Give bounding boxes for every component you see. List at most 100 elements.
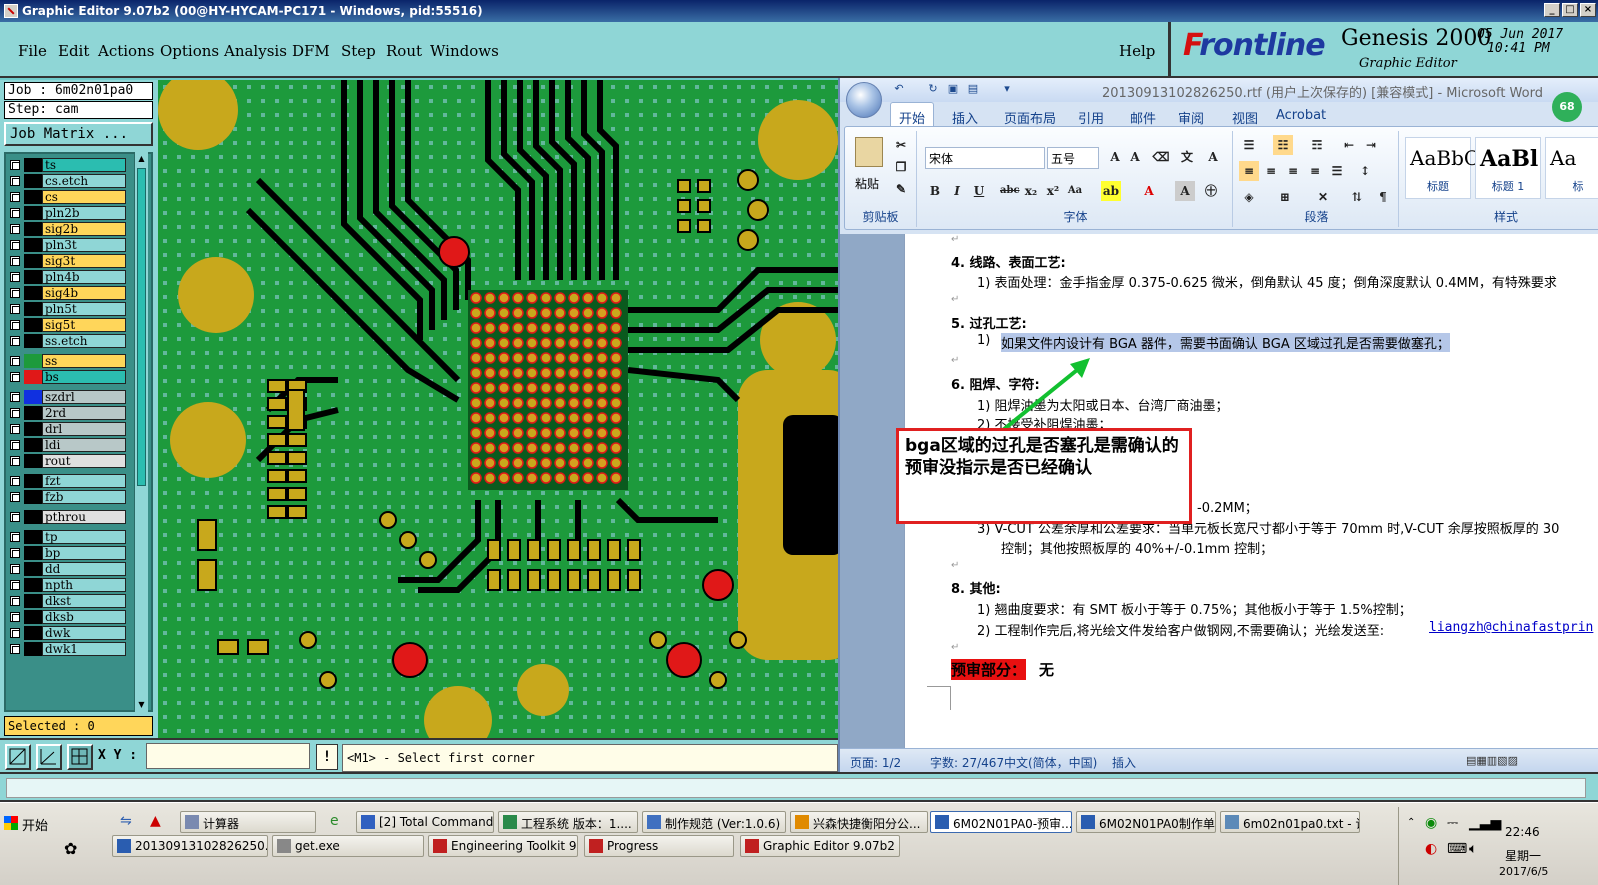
undo-icon[interactable]: ↶ (892, 82, 906, 96)
char-shading-icon[interactable]: A (1175, 181, 1195, 201)
layer-checkbox[interactable] (10, 476, 20, 486)
layer-name[interactable]: sig3t (42, 254, 126, 268)
layer-row-2rd[interactable]: 2rd (6, 406, 138, 420)
phonetic-icon[interactable]: 文 (1177, 147, 1197, 167)
font-name-select[interactable]: 宋体 (925, 147, 1045, 169)
scroll-thumb[interactable] (137, 168, 146, 486)
layer-name[interactable]: szdrl (42, 390, 126, 404)
layer-name[interactable]: dwk (42, 626, 126, 640)
layer-row-cs.etch[interactable]: cs.etch (6, 174, 138, 188)
layer-name[interactable]: drl (42, 422, 126, 436)
ribbon-tab-3[interactable]: 引用 (1078, 108, 1104, 127)
layer-checkbox[interactable] (10, 548, 20, 558)
layer-row-sig4b[interactable]: sig4b (6, 286, 138, 300)
distributed-icon[interactable]: ☰ (1327, 161, 1347, 181)
job-matrix-button[interactable]: Job Matrix ... (4, 122, 153, 146)
layer-row-tp[interactable]: tp (6, 530, 138, 544)
ie-icon[interactable]: e (330, 813, 339, 829)
bullets-icon[interactable]: ☰ (1239, 135, 1259, 155)
layer-row-dwk[interactable]: dwk (6, 626, 138, 640)
layer-row-dksb[interactable]: dksb (6, 610, 138, 624)
bold-icon[interactable]: B (925, 181, 945, 201)
layer-row-pthrou[interactable]: pthrou (6, 510, 138, 524)
layer-row-ldi[interactable]: ldi (6, 438, 138, 452)
highlight-icon[interactable]: ab (1101, 181, 1121, 201)
layer-checkbox[interactable] (10, 492, 20, 502)
ribbon-tab-4[interactable]: 邮件 (1130, 108, 1156, 127)
taskbar-button[interactable]: 计算器 (180, 811, 316, 833)
superscript-icon[interactable]: x² (1043, 181, 1063, 201)
layer-checkbox[interactable] (10, 192, 20, 202)
ribbon-tab-1[interactable]: 插入 (952, 108, 978, 127)
layer-checkbox[interactable] (10, 440, 20, 450)
line-spacing-icon[interactable]: ↕ (1355, 161, 1375, 181)
layer-row-pln4b[interactable]: pln4b (6, 270, 138, 284)
justify-icon[interactable]: ≡ (1305, 161, 1325, 181)
change-case-icon[interactable]: Aa (1065, 181, 1085, 201)
menu-edit[interactable]: Edit (58, 42, 89, 60)
ribbon-tab-7[interactable]: Acrobat (1276, 108, 1326, 123)
layer-name[interactable]: dkst (42, 594, 126, 608)
layer-checkbox[interactable] (10, 208, 20, 218)
layer-name[interactable]: pln2b (42, 206, 126, 220)
clock-time[interactable]: 22:46 (1505, 825, 1540, 839)
pcb-canvas[interactable] (158, 80, 838, 738)
layer-row-dwk1[interactable]: dwk1 (6, 642, 138, 656)
layer-row-bs[interactable]: bs (6, 370, 138, 384)
layer-checkbox[interactable] (10, 240, 20, 250)
layer-row-fzb[interactable]: fzb (6, 490, 138, 504)
enclose-char-icon[interactable]: ㊉ (1201, 181, 1221, 201)
cut-icon[interactable]: ✂ (891, 135, 911, 155)
format-painter-icon[interactable]: ✎ (891, 179, 911, 199)
strikethrough-icon[interactable]: abc (999, 181, 1020, 201)
shrink-font-icon[interactable]: A (1125, 147, 1145, 167)
layer-name[interactable]: sig4b (42, 286, 126, 300)
start-button[interactable]: 开始 (0, 811, 100, 835)
multilevel-list-icon[interactable]: ☶ (1307, 135, 1327, 155)
taskbar-button[interactable]: 6M02N01PA0制作单... (1076, 811, 1216, 833)
layer-name[interactable]: 2rd (42, 406, 126, 420)
open-icon[interactable]: ▤ (966, 82, 980, 96)
network-icon[interactable]: ⇋ (120, 813, 132, 829)
layer-checkbox[interactable] (10, 392, 20, 402)
layer-row-dkst[interactable]: dkst (6, 594, 138, 608)
ribbon-tab-0[interactable]: 开始 (890, 102, 934, 127)
layer-checkbox[interactable] (10, 532, 20, 542)
layer-name[interactable]: pthrou (42, 510, 126, 524)
layer-scrollbar[interactable]: ▲ ▼ (134, 152, 148, 712)
layer-checkbox[interactable] (10, 580, 20, 590)
borders-icon[interactable]: ⊞ (1275, 187, 1295, 207)
qa-dropdown-icon[interactable]: ▾ (1000, 82, 1014, 96)
word-count[interactable]: 字数: 27/467 (930, 754, 1004, 771)
volume-icon[interactable]: 🔈︎ (1469, 841, 1477, 857)
layer-row-sig5t[interactable]: sig5t (6, 318, 138, 332)
menu-help[interactable]: Help (1119, 42, 1155, 60)
layer-row-npth[interactable]: npth (6, 578, 138, 592)
close-button[interactable]: × (1580, 3, 1596, 17)
layer-name[interactable]: dwk1 (42, 642, 126, 656)
snap-tool-button[interactable] (67, 744, 93, 770)
taskbar-button[interactable]: 6m02n01pa0.txt - 记... (1220, 811, 1360, 833)
tray-usb-icon[interactable]: ⎓ (1447, 815, 1458, 831)
layer-name[interactable]: pln4b (42, 270, 126, 284)
copy-icon[interactable]: ❐ (891, 157, 911, 177)
layer-row-sig3t[interactable]: sig3t (6, 254, 138, 268)
layer-name[interactable]: cs.etch (42, 174, 126, 188)
char-border-icon[interactable]: A (1203, 147, 1223, 167)
tray-alert-icon[interactable]: ◐ (1425, 841, 1437, 857)
minimize-button[interactable]: _ (1544, 3, 1560, 17)
increase-indent-icon[interactable]: ⇥ (1361, 135, 1381, 155)
layer-name[interactable]: sig2b (42, 222, 126, 236)
layer-checkbox[interactable] (10, 424, 20, 434)
menu-file[interactable]: File (18, 42, 47, 60)
layer-row-szdrl[interactable]: szdrl (6, 390, 138, 404)
layer-name[interactable]: fzt (42, 474, 126, 488)
paste-icon[interactable] (855, 137, 883, 167)
layer-name[interactable]: ss.etch (42, 334, 126, 348)
decrease-indent-icon[interactable]: ⇤ (1339, 135, 1359, 155)
scroll-down-icon[interactable]: ▼ (136, 700, 147, 710)
scroll-up-icon[interactable]: ▲ (136, 154, 147, 164)
layer-name[interactable]: bs (42, 370, 126, 384)
signal-icon[interactable]: ▁▃▅ (1469, 815, 1501, 831)
layer-checkbox[interactable] (10, 456, 20, 466)
